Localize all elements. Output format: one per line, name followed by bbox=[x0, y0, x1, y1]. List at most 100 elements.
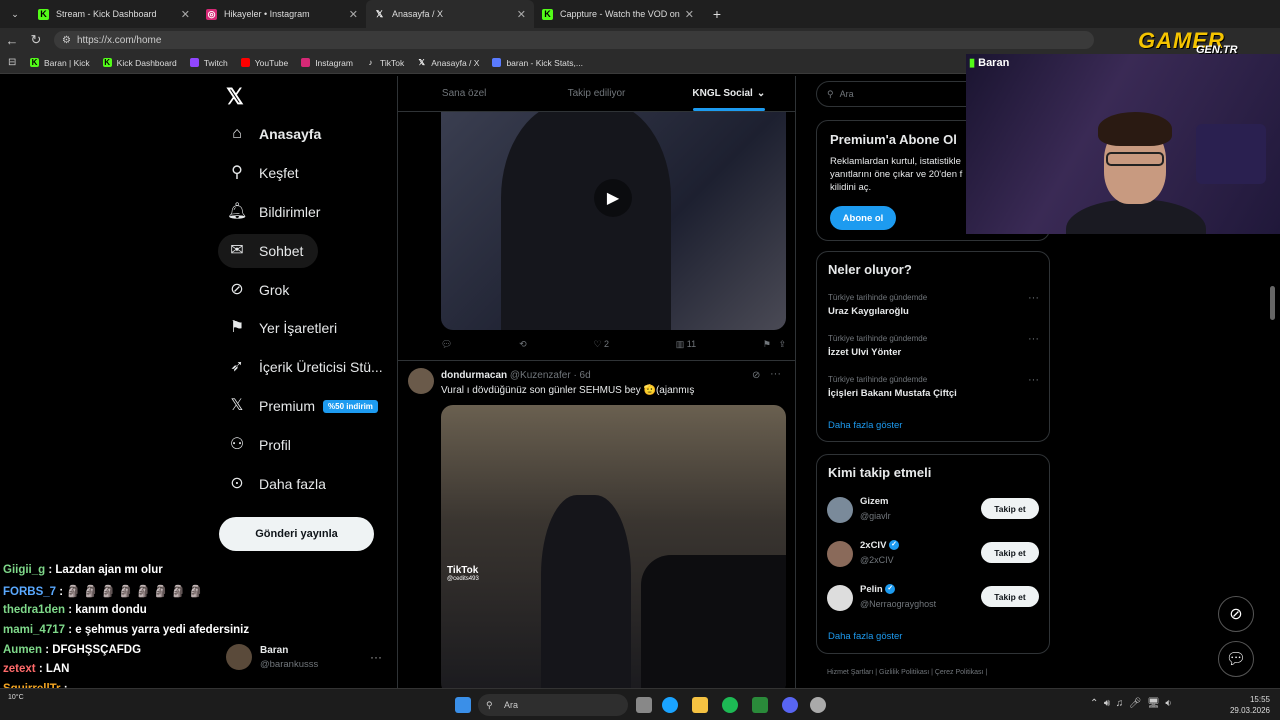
show-more-link[interactable]: Daha fazla göster bbox=[828, 631, 902, 642]
close-icon[interactable]: ✕ bbox=[349, 8, 358, 21]
chat-message: zetext : LAN bbox=[3, 663, 69, 675]
premium-title: Premium'a Abone Ol bbox=[830, 132, 957, 147]
close-icon[interactable]: ✕ bbox=[517, 8, 526, 21]
kick-icon: K bbox=[30, 58, 39, 67]
start-icon[interactable] bbox=[455, 697, 471, 713]
tweet-time[interactable]: · 6d bbox=[573, 370, 590, 381]
scrollbar[interactable] bbox=[1270, 286, 1275, 320]
bookmark-item[interactable]: Twitch bbox=[189, 58, 228, 68]
bookmark-item[interactable]: baran - Kick Stats,... bbox=[492, 58, 583, 68]
bookmark-item[interactable]: K Baran | Kick bbox=[30, 58, 90, 68]
messages-icon[interactable]: 💬︎ bbox=[1218, 641, 1254, 677]
gamergen-logo: GAMER GEN.TR bbox=[1138, 28, 1274, 58]
follow-button[interactable]: Takip et bbox=[981, 542, 1039, 563]
follow-suggestion[interactable]: 2xCIV ✓ @2xCIV Takip et bbox=[827, 539, 1039, 569]
spotify-icon[interactable] bbox=[722, 697, 738, 713]
sidebar-item-premium[interactable]: 𝕏 Premium %50 indirim bbox=[218, 389, 378, 423]
weather-text[interactable]: 10°C bbox=[8, 694, 24, 701]
more-icon[interactable]: ··· bbox=[770, 368, 781, 380]
app-icon[interactable] bbox=[810, 697, 826, 713]
tweet-author-name[interactable]: dondurmacan bbox=[441, 370, 507, 381]
sidebar-item-grok[interactable]: ⊘ Grok bbox=[218, 273, 289, 307]
tab-cappture[interactable]: K Cappture - Watch the VOD on Kick ✕ bbox=[534, 0, 702, 28]
tab-kick-dashboard[interactable]: K Stream - Kick Dashboard ✕ bbox=[30, 0, 198, 28]
show-more-link[interactable]: Daha fazla göster bbox=[828, 420, 902, 431]
url-field[interactable]: ⚙ https://x.com/home bbox=[54, 31, 1094, 49]
follow-suggestion[interactable]: Gizem @giavlr Takip et bbox=[827, 495, 1039, 525]
views-button[interactable]: ▥ 11 bbox=[676, 339, 696, 350]
app-icon[interactable] bbox=[752, 697, 768, 713]
sidebar-item-bookmarks[interactable]: ⚑ Yer İşaretleri bbox=[218, 311, 337, 345]
tab-instagram[interactable]: ◎ Hikayeler • Instagram ✕ bbox=[198, 0, 366, 28]
sidebar-item-home[interactable]: ⌂ Anasayfa bbox=[218, 117, 321, 151]
tweet-author-handle[interactable]: @Kuzenzafer bbox=[510, 370, 571, 381]
system-tray-icons[interactable]: ⌃ 🔊︎ ♫ 🎤︎ 🖥 🔉︎ bbox=[1090, 698, 1172, 709]
taskbar-search[interactable]: ⚲ Ara bbox=[478, 694, 628, 716]
sidebar-item-explore[interactable]: ⚲ Keşfet bbox=[218, 156, 299, 190]
suggestion-name-row: 2xCIV ✓ bbox=[860, 540, 900, 551]
more-icon[interactable]: ··· bbox=[1028, 333, 1039, 345]
bookmarks-menu-icon[interactable]: ⊟ bbox=[8, 57, 16, 68]
search-icon: ⚲ bbox=[827, 88, 834, 99]
reply-icon[interactable]: 💬︎ bbox=[441, 339, 452, 350]
chat-message: mami_4717 : e şehmus yarra yedi afedersi… bbox=[3, 624, 249, 636]
grok-icon[interactable]: ⊘ bbox=[752, 370, 760, 381]
site-info-icon[interactable]: ⚙ bbox=[62, 35, 71, 46]
sidebar-item-label: Anasayfa bbox=[259, 126, 322, 142]
follow-button[interactable]: Takip et bbox=[981, 586, 1039, 607]
tab-following[interactable]: Takip ediliyor bbox=[530, 76, 662, 111]
sidebar-item-creator-studio[interactable]: ➶ İçerik Üreticisi Stü... bbox=[218, 350, 382, 384]
repost-icon[interactable]: ⟲ bbox=[519, 339, 527, 350]
tab-kngl-social[interactable]: KNGL Social ⌄ bbox=[663, 76, 795, 111]
bookmark-item[interactable]: Instagram bbox=[301, 58, 353, 68]
trend-item[interactable]: Türkiye tarihinde gündemde İzzet Ulvi Yön… bbox=[828, 334, 927, 358]
tab-for-you[interactable]: Sana özel bbox=[398, 76, 530, 111]
close-icon[interactable]: ✕ bbox=[685, 8, 694, 21]
task-view-icon[interactable] bbox=[636, 697, 652, 713]
bookmark-item[interactable]: YouTube bbox=[240, 58, 288, 68]
avatar[interactable] bbox=[408, 368, 434, 394]
folder-icon[interactable] bbox=[692, 697, 708, 713]
x-logo-icon[interactable]: 𝕏 bbox=[226, 84, 244, 110]
bookmark-item[interactable]: ♪ TikTok bbox=[366, 58, 404, 68]
verified-icon: ✓ bbox=[889, 540, 900, 551]
bookmark-item[interactable]: 𝕏 Anasayfa / X bbox=[417, 58, 480, 68]
tiktok-icon: ♪ bbox=[368, 58, 373, 67]
more-icon[interactable]: ··· bbox=[1028, 374, 1039, 386]
more-icon[interactable]: ··· bbox=[370, 650, 382, 664]
subscribe-button[interactable]: Abone ol bbox=[830, 206, 896, 230]
tiktok-watermark: TikTok @cedits493 bbox=[447, 565, 479, 582]
more-icon[interactable]: ··· bbox=[1028, 292, 1039, 304]
sidebar-item-more[interactable]: ⊙ Daha fazla bbox=[218, 467, 326, 501]
sidebar-item-profile[interactable]: ⚇ Profil bbox=[218, 428, 291, 462]
bookmark-item[interactable]: K Kick Dashboard bbox=[102, 58, 177, 68]
edge-icon[interactable] bbox=[662, 697, 678, 713]
clock-date: 29.03.2026 bbox=[1229, 706, 1270, 715]
account-switcher[interactable]: Baran @barankusss ··· bbox=[226, 640, 386, 674]
follow-button[interactable]: Takip et bbox=[981, 498, 1039, 519]
reload-icon[interactable]: ↻ bbox=[24, 32, 48, 48]
chat-message: FORBS_7 : 🗿 🗿 🗿 🗿 🗿 🗿 🗿 🗿 bbox=[3, 584, 203, 598]
bookmark-icon[interactable]: ⚑ ⇪ bbox=[763, 339, 786, 350]
play-icon[interactable]: ▶ bbox=[594, 179, 632, 217]
new-tab-button[interactable]: + bbox=[702, 0, 732, 28]
clock[interactable]: 15:55 29.03.2026 bbox=[1222, 694, 1270, 716]
footer-links[interactable]: Hizmet Şartları | Gizlilik Politikası | … bbox=[827, 669, 987, 676]
tweet-video[interactable]: ▶ bbox=[441, 112, 786, 330]
grok-icon[interactable]: ⊘ bbox=[1218, 596, 1254, 632]
tab-x-home[interactable]: 𝕏 Anasayfa / X ✕ bbox=[366, 0, 534, 28]
logo-subtext: GEN.TR bbox=[1196, 44, 1238, 56]
trend-item[interactable]: Türkiye tarihinde gündemde İçişleri Bakan… bbox=[828, 375, 957, 399]
sidebar-item-chat[interactable]: ✉ Sohbet bbox=[218, 234, 318, 268]
discord-icon[interactable] bbox=[782, 697, 798, 713]
bookmark-label: TikTok bbox=[379, 57, 405, 68]
post-button[interactable]: Gönderi yayınla bbox=[219, 517, 374, 551]
sidebar-item-notifications[interactable]: 🔔︎ Bildirimler bbox=[218, 195, 320, 229]
back-icon[interactable]: ← bbox=[0, 33, 24, 48]
follow-suggestion[interactable]: Pelin ✓ @Nerraograyghost Takip et bbox=[827, 583, 1039, 613]
like-button[interactable]: ♡ 2 bbox=[593, 339, 609, 350]
tab-list-button[interactable]: ⌄ bbox=[0, 0, 30, 28]
tweet-video[interactable]: TikTok @cedits493 bbox=[441, 405, 786, 688]
close-icon[interactable]: ✕ bbox=[181, 8, 190, 21]
trend-item[interactable]: Türkiye tarihinde gündemde Uraz Kaygılaro… bbox=[828, 293, 927, 317]
